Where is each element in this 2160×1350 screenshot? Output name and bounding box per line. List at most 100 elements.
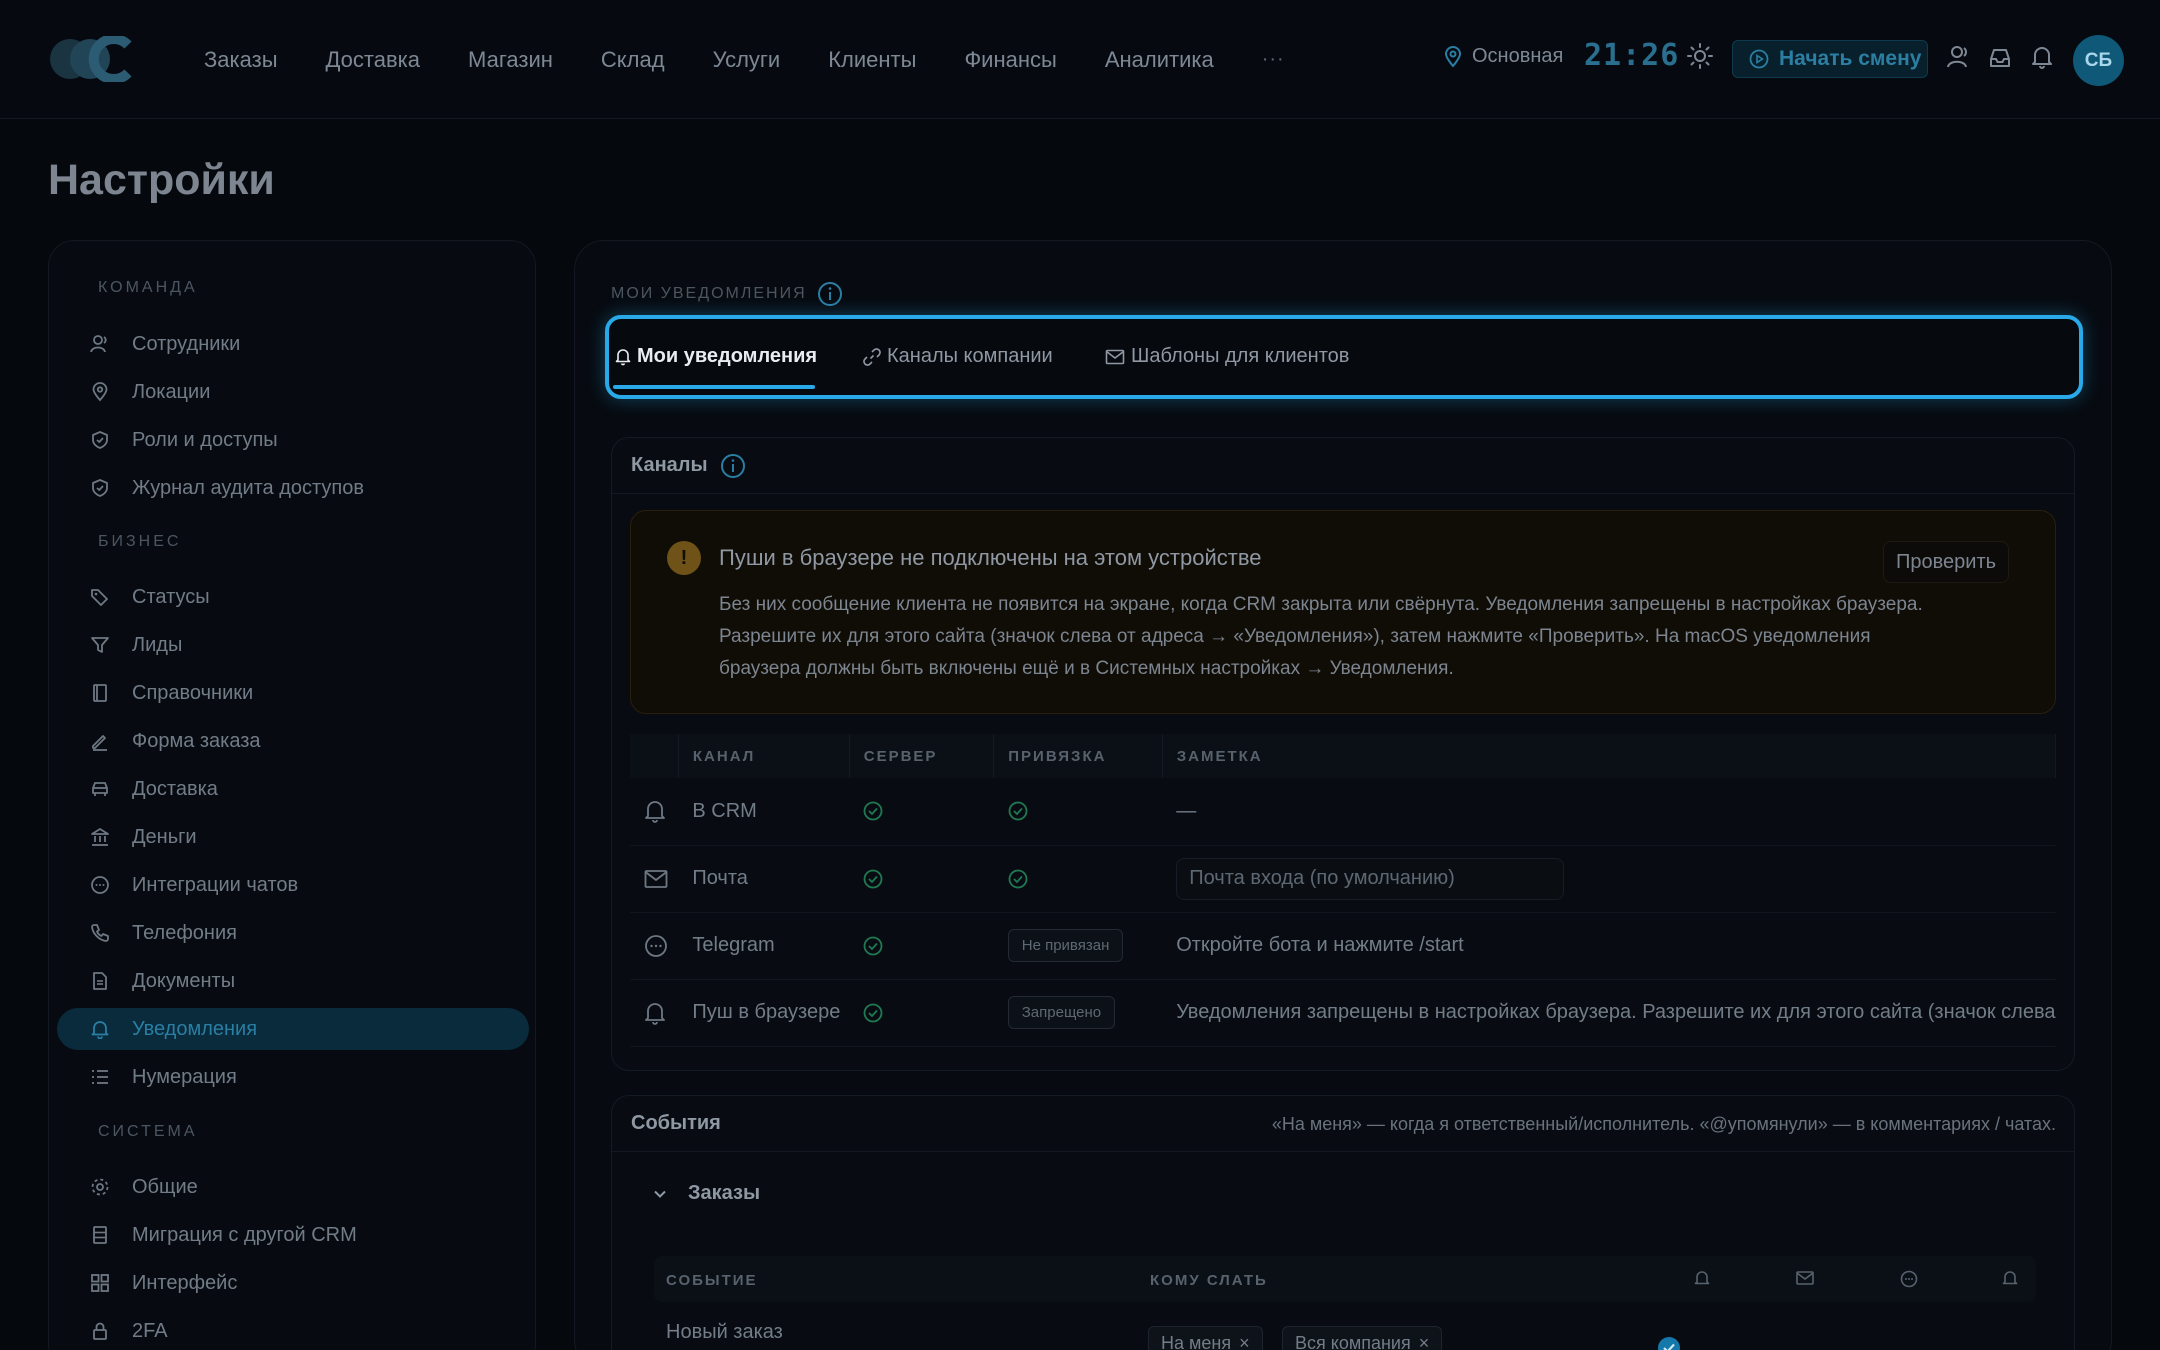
sidebar-item-audit-log[interactable]: Журнал аудита доступов: [57, 467, 529, 509]
inbox-icon[interactable]: [1988, 46, 2012, 70]
event-name: Новый заказ: [666, 1321, 783, 1343]
mail-icon: [1796, 1271, 1814, 1285]
clock: 21:26: [1584, 38, 1680, 73]
chat-icon: [1900, 1270, 1918, 1288]
sidebar-item-label: Форма заказа: [132, 729, 261, 752]
tab-company-channels[interactable]: Каналы компании: [863, 345, 1053, 368]
sidebar-item-general[interactable]: Общие: [57, 1166, 529, 1208]
channel-name: Почта: [678, 845, 850, 913]
sidebar-item-label: Доставка: [132, 777, 218, 800]
email-note-input[interactable]: Почта входа (по умолчанию): [1176, 857, 1565, 900]
sidebar-item-money[interactable]: Деньги: [57, 816, 529, 858]
sidebar-item-label: Сотрудники: [132, 332, 241, 355]
map-pin-icon: [92, 382, 108, 402]
bell-icon: [91, 1021, 109, 1039]
top-bar: Заказы Доставка Магазин Склад Услуги Кли…: [0, 0, 2160, 119]
table-row: В CRM —: [630, 778, 2056, 846]
sidebar-item-directories[interactable]: Справочники: [57, 672, 529, 714]
column-binding: ПРИВЯЗКА: [993, 734, 1163, 778]
sidebar-item-locations[interactable]: Локации: [57, 371, 529, 413]
bell-icon[interactable]: [2030, 44, 2054, 70]
sidebar-item-label: Деньги: [132, 825, 197, 848]
nav-clients[interactable]: Клиенты: [828, 47, 916, 73]
close-icon[interactable]: ×: [1239, 1333, 1250, 1350]
check-circle-icon: [863, 801, 883, 821]
sidebar-item-label: Справочники: [132, 681, 254, 704]
nav-services[interactable]: Услуги: [713, 47, 781, 73]
sidebar-item-order-form[interactable]: Форма заказа: [57, 720, 529, 762]
tab-client-templates[interactable]: Шаблоны для клиентов: [1105, 345, 1349, 368]
logo-icon[interactable]: [48, 36, 132, 82]
sidebar-item-notifications[interactable]: Уведомления: [57, 1008, 529, 1050]
nav-warehouse[interactable]: Склад: [601, 47, 665, 73]
sidebar-item-numbering[interactable]: Нумерация: [57, 1056, 529, 1098]
sidebar-item-label: Уведомления: [132, 1017, 258, 1040]
page-title: Настройки: [48, 156, 275, 204]
check-circle-icon: [863, 869, 883, 888]
tag-icon: [91, 589, 108, 606]
start-shift-button[interactable]: Начать смену: [1732, 40, 1928, 78]
events-group-orders[interactable]: Заказы: [652, 1182, 760, 1205]
events-hint: «На меня» — когда я ответственный/исполн…: [1271, 1114, 2056, 1134]
nav-finance[interactable]: Финансы: [964, 47, 1056, 73]
document-icon: [93, 972, 107, 990]
location-selector[interactable]: Основная: [1444, 45, 1563, 68]
avatar[interactable]: СБ: [2073, 35, 2124, 86]
sidebar-section-system: СИСТЕМА: [98, 1123, 198, 1140]
sidebar-item-telephony[interactable]: Телефония: [57, 912, 529, 954]
sidebar-item-label: Общие: [132, 1175, 198, 1198]
sidebar-item-chat-integrations[interactable]: Интеграции чатов: [57, 864, 529, 906]
column-server: СЕРВЕР: [849, 734, 995, 778]
check-circle-icon: [863, 1003, 883, 1022]
nav-shop[interactable]: Магазин: [468, 47, 553, 73]
settings-sidebar: КОМАНДА Сотрудники Локации Роли и доступ…: [48, 240, 536, 1350]
mail-icon: [644, 869, 668, 888]
info-icon[interactable]: [817, 281, 843, 307]
sidebar-item-label: Журнал аудита доступов: [132, 476, 364, 499]
check-button[interactable]: Проверить: [1883, 541, 2010, 583]
sidebar-item-label: Интеграции чатов: [132, 873, 299, 896]
sun-icon[interactable]: [1686, 42, 1714, 70]
tab-my-notifications[interactable]: Мои уведомления: [615, 345, 817, 368]
pen-icon: [92, 735, 107, 751]
nav-analytics[interactable]: Аналитика: [1105, 47, 1214, 73]
check-circle-icon: [1008, 801, 1028, 821]
user-icon[interactable]: [1946, 44, 1972, 70]
sidebar-item-statuses[interactable]: Статусы: [57, 576, 529, 618]
column-note: ЗАМЕТКА: [1162, 734, 2057, 778]
recipient-chip[interactable]: На меня ×: [1148, 1326, 1263, 1350]
sidebar-item-label: Интерфейс: [132, 1271, 238, 1294]
column-recipients: КОМУ СЛАТЬ: [1150, 1272, 1268, 1289]
sidebar-item-migration[interactable]: Миграция с другой CRM: [57, 1214, 529, 1256]
database-icon: [93, 1226, 107, 1244]
table-row: Почта Почта входа (по умолчанию): [630, 845, 2056, 913]
channel-name: Пуш в браузере: [678, 979, 850, 1047]
sidebar-item-staff[interactable]: Сотрудники: [57, 323, 529, 365]
sidebar-item-roles[interactable]: Роли и доступы: [57, 419, 529, 461]
nav-more-button[interactable]: ···: [1262, 48, 1285, 71]
recipient-chip[interactable]: Вся компания ×: [1282, 1326, 1443, 1350]
book-icon: [93, 684, 107, 702]
nav-orders[interactable]: Заказы: [204, 47, 278, 73]
sidebar-item-delivery[interactable]: Доставка: [57, 768, 529, 810]
sidebar-section-team: КОМАНДА: [98, 279, 198, 296]
channel-note: Откройте бота и нажмите /start: [1162, 912, 2056, 980]
checkbox-checked-icon[interactable]: [1657, 1336, 1681, 1350]
nav-delivery[interactable]: Доставка: [326, 47, 420, 73]
table-header-row: КАНАЛ СЕРВЕР ПРИВЯЗКА ЗАМЕТКА: [630, 734, 2057, 778]
channel-name: В CRM: [678, 778, 850, 846]
status-badge: Запрещено: [1007, 996, 1116, 1029]
phone-icon: [91, 924, 109, 942]
sidebar-item-2fa[interactable]: 2FA: [57, 1310, 529, 1350]
channel-note: —: [1162, 778, 2056, 846]
events-table-header: СОБЫТИЕ КОМУ СЛАТЬ: [654, 1256, 2036, 1302]
close-icon[interactable]: ×: [1419, 1333, 1430, 1350]
sidebar-item-documents[interactable]: Документы: [57, 960, 529, 1002]
info-icon[interactable]: [720, 453, 746, 479]
chat-icon: [91, 876, 109, 894]
bell-icon: [1694, 1271, 1710, 1285]
sidebar-item-interface[interactable]: Интерфейс: [57, 1262, 529, 1304]
sidebar-item-label: Миграция с другой CRM: [132, 1223, 357, 1246]
grid-icon: [91, 1274, 109, 1292]
sidebar-item-leads[interactable]: Лиды: [57, 624, 529, 666]
